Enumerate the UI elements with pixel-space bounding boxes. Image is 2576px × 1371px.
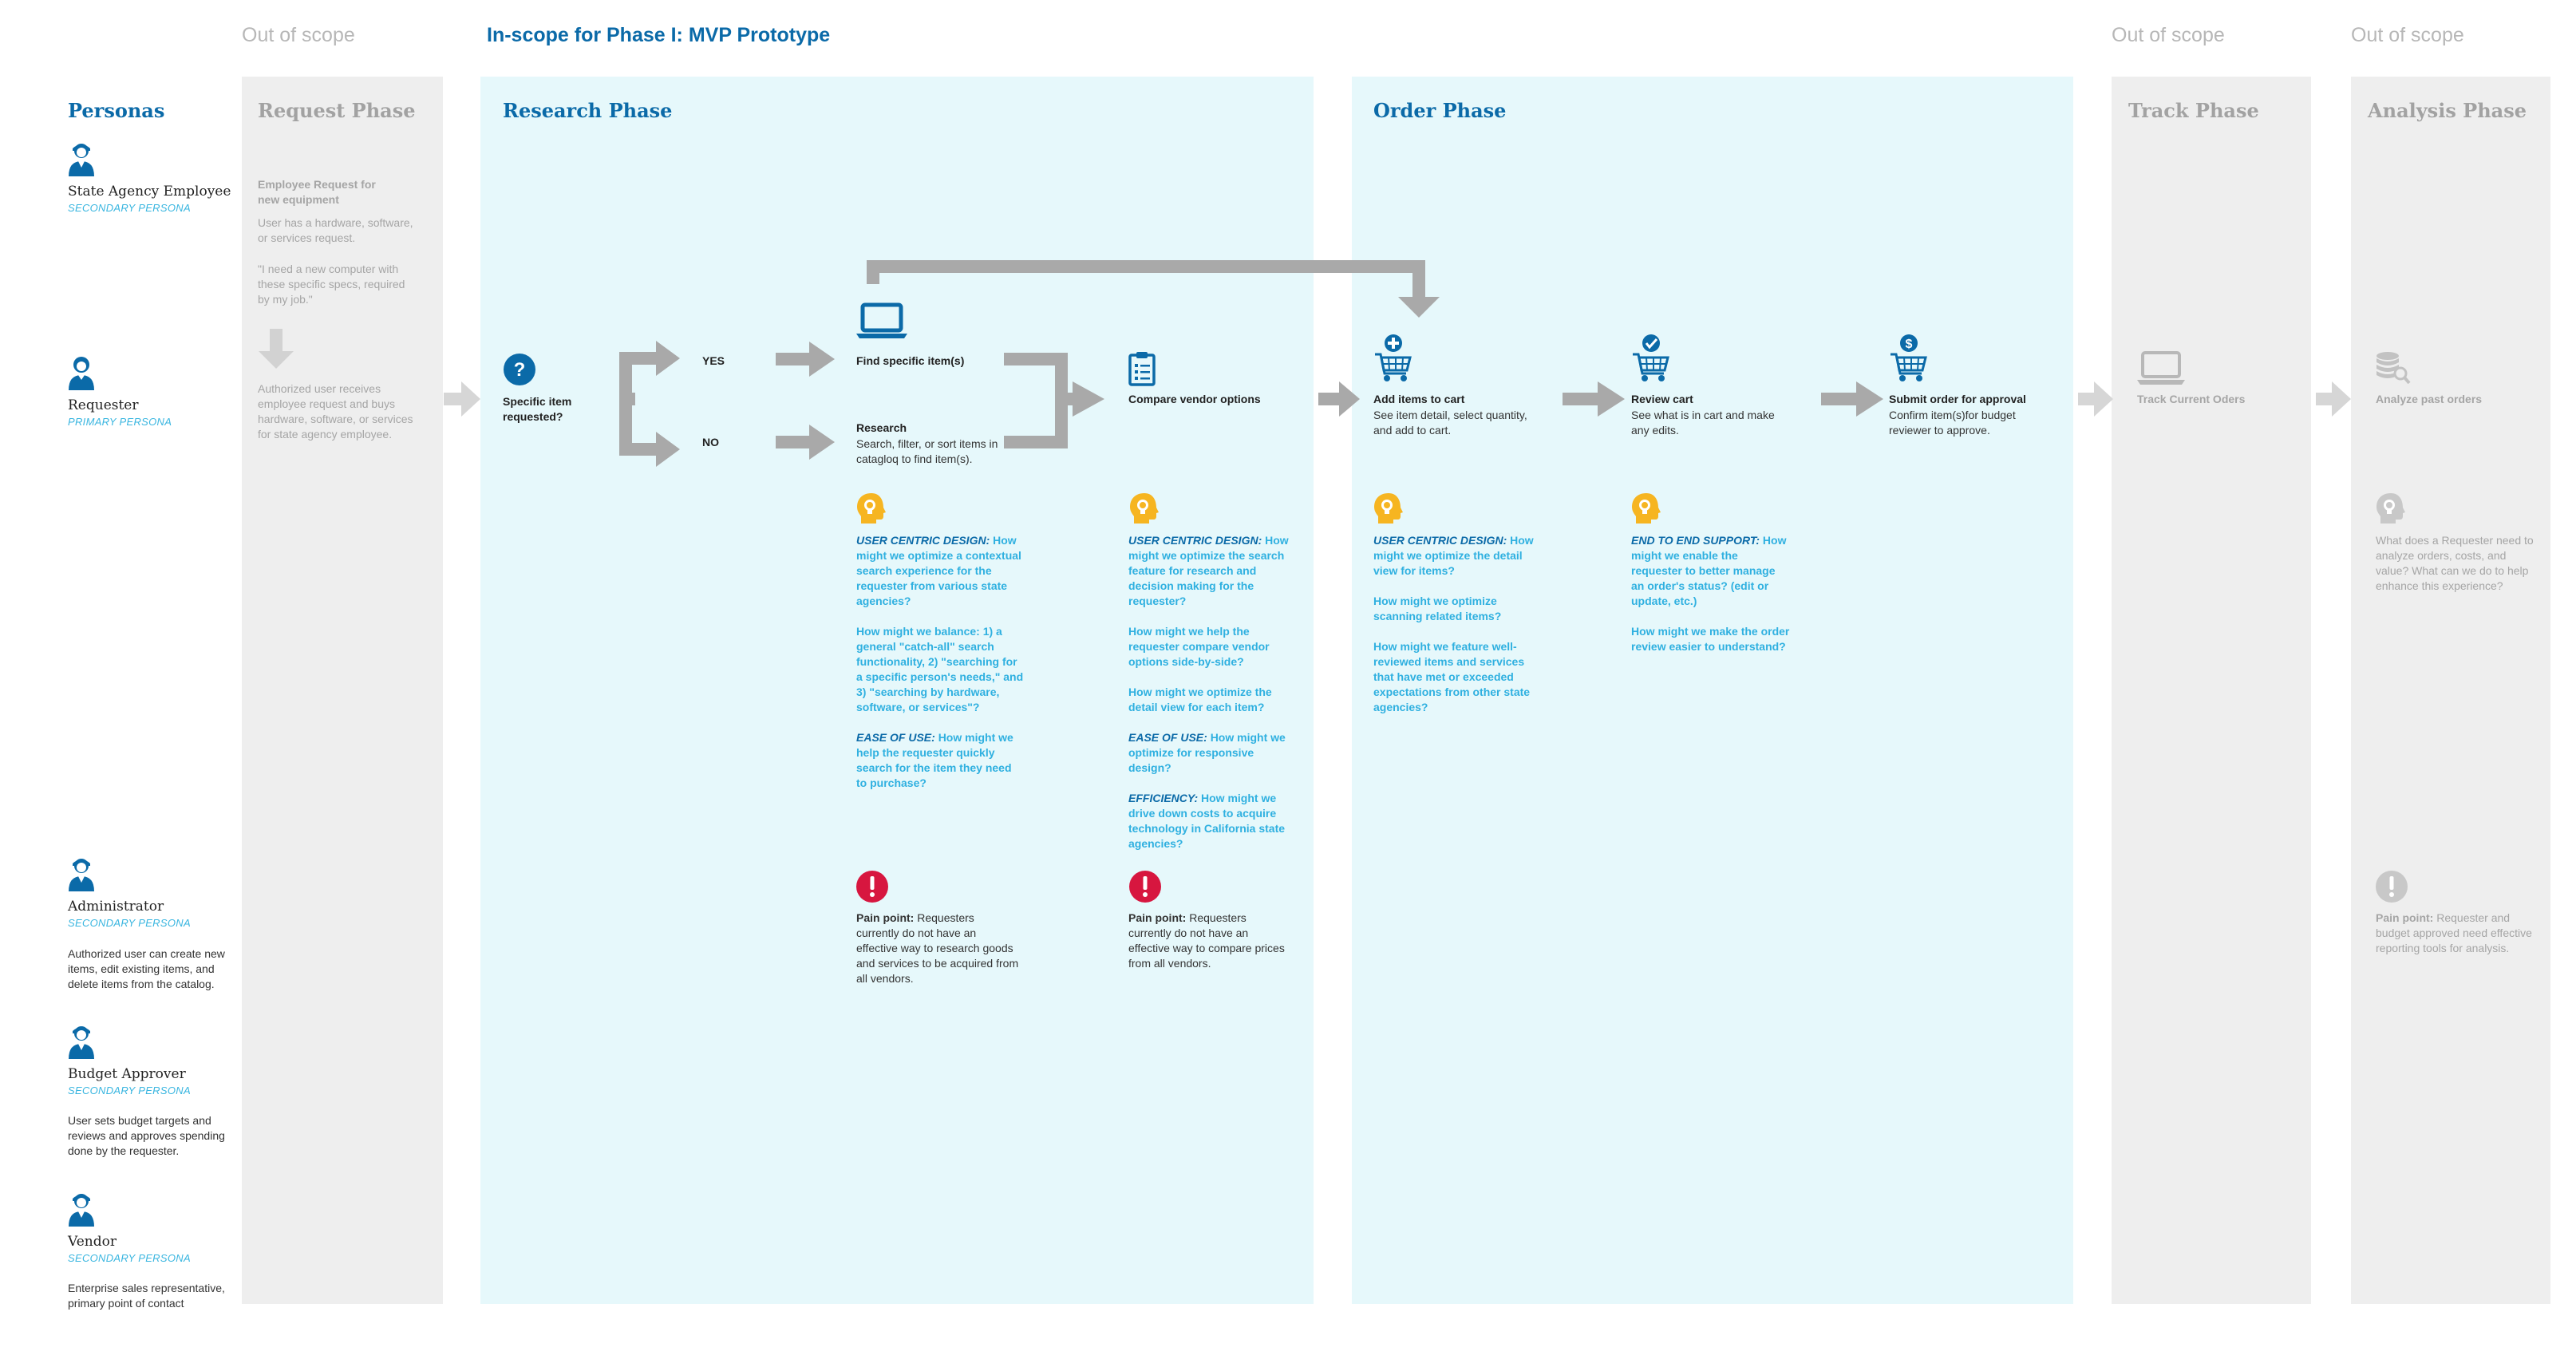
analysis-question: What does a Requester need to analyze or…: [2376, 534, 2534, 592]
yes-label: YES: [702, 354, 725, 367]
pain-lead: Pain point:: [856, 911, 915, 924]
question-text: How might we balance: 1) a general "catc…: [856, 625, 1024, 713]
question-block: USER CENTRIC DESIGN: How might we optimi…: [1128, 533, 1296, 867]
pain-point: Pain point: Requesters currently do not …: [856, 911, 1020, 986]
question-lead: EASE OF USE:: [1128, 731, 1207, 744]
arrow-right: [444, 381, 480, 417]
research-label: Research: [856, 421, 907, 434]
question-block: END TO END SUPPORT: How might we enable …: [1631, 533, 1791, 670]
pain-lead: Pain point:: [1128, 911, 1187, 924]
analyze-orders-label: Analyze past orders: [2376, 393, 2483, 405]
database-search-icon: [2376, 352, 2411, 385]
arrow-right: [776, 353, 811, 365]
question-lead: EFFICIENCY:: [1128, 792, 1199, 804]
question-lead: EASE OF USE:: [856, 731, 935, 744]
question-circle-icon: ?: [504, 354, 535, 385]
find-items-label: Find specific item(s): [856, 354, 965, 367]
skip-connector: [867, 260, 1440, 318]
lightbulb-head-icon: [1632, 493, 1661, 524]
question-lead: USER CENTRIC DESIGN:: [856, 534, 990, 547]
question-lead: USER CENTRIC DESIGN:: [1373, 534, 1507, 547]
cart-add-icon: [1375, 334, 1412, 381]
question-text: How might we optimize scanning related i…: [1373, 595, 1502, 622]
question-block: USER CENTRIC DESIGN: How might we optimi…: [1373, 533, 1541, 730]
pain-point: Pain point: Requester and budget approve…: [2376, 911, 2539, 956]
research-description: Search, filter, or sort items in cataglo…: [856, 437, 998, 465]
arrow-right: [776, 436, 811, 448]
laptop-icon: [856, 302, 907, 338]
add-to-cart-description: See item detail, select quantity, and ad…: [1373, 409, 1527, 437]
cart-dollar-icon: $: [1891, 334, 1927, 381]
no-label: NO: [702, 436, 719, 448]
track-orders-label: Track Current Oders: [2137, 393, 2246, 405]
question-text: How might we help the requester compare …: [1128, 625, 1270, 668]
merge-bracket: [1004, 353, 1104, 448]
cart-check-icon: [1633, 334, 1669, 381]
lightbulb-head-icon: [2376, 493, 2405, 524]
question-lead: USER CENTRIC DESIGN:: [1128, 534, 1262, 547]
review-cart-label: Review cart: [1631, 393, 1693, 405]
decision-branch: [619, 341, 680, 467]
question-text: How might we feature well-reviewed items…: [1373, 640, 1531, 713]
pain-lead: Pain point:: [2376, 911, 2434, 924]
question-block: USER CENTRIC DESIGN: How might we optimi…: [856, 533, 1024, 806]
lightbulb-head-icon: [857, 493, 886, 524]
submit-order-description: Confirm item(s)for budget reviewer to ap…: [1889, 409, 2016, 437]
lightbulb-head-icon: [1374, 493, 1403, 524]
question-text: How might we make the order review easie…: [1631, 625, 1790, 653]
decision-label: Specific item requested?: [503, 395, 572, 423]
compare-vendor-label: Compare vendor options: [1128, 393, 1261, 405]
exclamation-circle-icon: [2376, 871, 2408, 903]
review-cart-description: See what is in cart and make any edits.: [1631, 409, 1775, 437]
question-lead: END TO END SUPPORT:: [1631, 534, 1760, 547]
pain-point: Pain point: Requesters currently do not …: [1128, 911, 1292, 971]
exclamation-circle-icon: [1129, 871, 1161, 903]
add-to-cart-label: Add items to cart: [1373, 393, 1465, 405]
svg-text:$: $: [1906, 338, 1913, 351]
submit-order-label: Submit order for approval: [1889, 393, 2026, 405]
svg-text:?: ?: [514, 359, 526, 381]
exclamation-circle-icon: [856, 871, 888, 903]
laptop-icon: [2137, 351, 2185, 385]
question-text: How might we optimize the detail view fo…: [1128, 686, 1272, 713]
clipboard-icon: [1128, 352, 1156, 386]
lightbulb-head-icon: [1130, 493, 1159, 524]
